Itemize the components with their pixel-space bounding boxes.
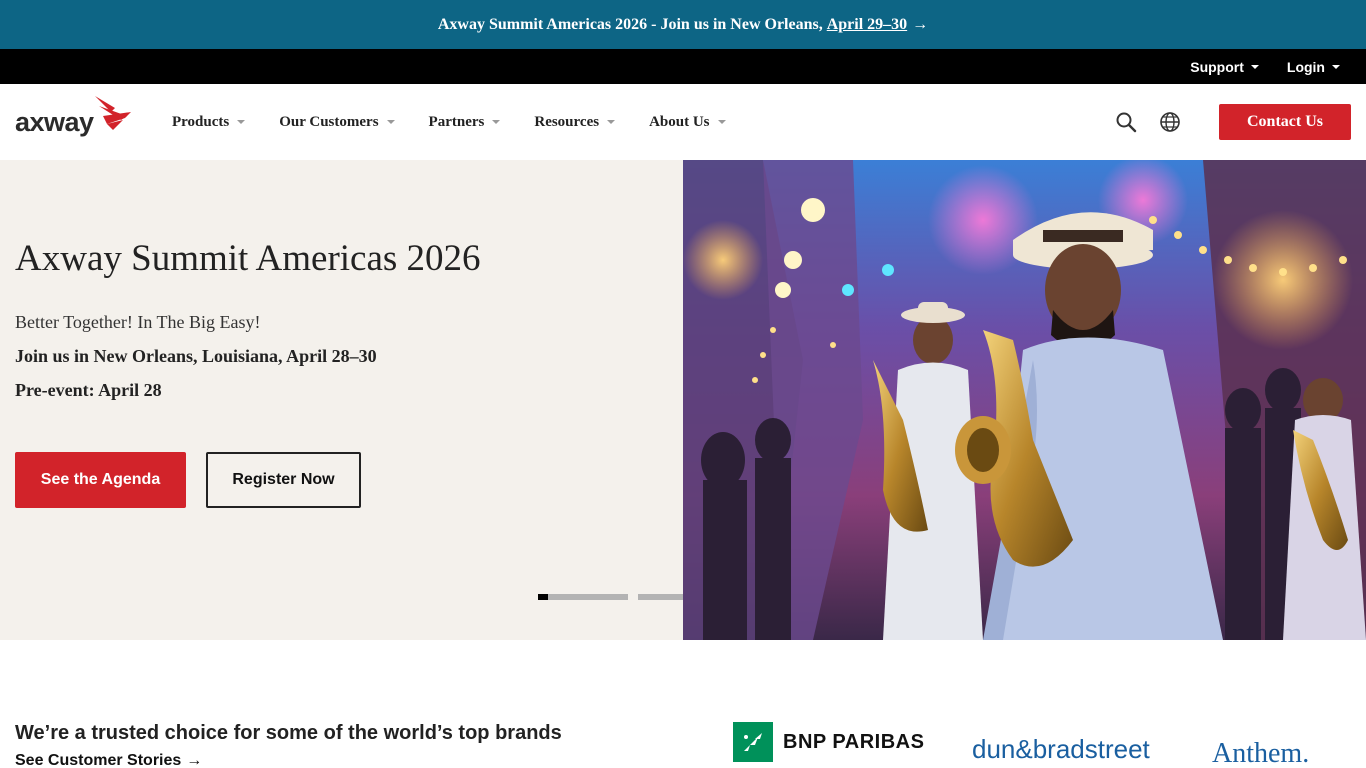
see-agenda-button[interactable]: See the Agenda	[15, 452, 186, 508]
chevron-down-icon	[717, 120, 726, 124]
jazz-musicians-image	[683, 160, 1366, 640]
dun-bradstreet-logo: dun&bradstreet	[972, 734, 1150, 764]
logo-mark-icon	[95, 96, 131, 130]
contact-us-button[interactable]: Contact Us	[1219, 104, 1351, 140]
chevron-down-icon	[1332, 64, 1340, 69]
bnp-paribas-name: BNP PARIBAS	[783, 730, 925, 753]
nav-label: Our Customers	[279, 113, 379, 130]
login-menu[interactable]: Login	[1287, 59, 1340, 75]
announcement-link[interactable]: April 29–30	[827, 16, 907, 34]
trusted-brands-heading: We’re a trusted choice for some of the w…	[15, 722, 562, 744]
support-menu[interactable]: Support	[1190, 59, 1259, 75]
search-icon	[1116, 112, 1137, 133]
nav-label: Products	[172, 113, 230, 130]
chevron-down-icon	[386, 120, 395, 124]
anthem-logo: Anthem.	[1212, 738, 1310, 768]
nav-item-about-us[interactable]: About Us	[649, 113, 726, 131]
announcement-bar[interactable]: Axway Summit Americas 2026 - Join us in …	[0, 0, 1366, 49]
nav-label: Partners	[428, 113, 485, 130]
bnp-mark-icon	[733, 722, 773, 762]
hero-text-panel: Axway Summit Americas 2026 Better Togeth…	[0, 160, 828, 640]
hero-image	[683, 160, 1366, 640]
hero-event-details: Join us in New Orleans, Louisiana, April…	[15, 346, 377, 366]
chevron-down-icon	[1250, 64, 1259, 69]
search-button[interactable]	[1113, 109, 1139, 135]
login-label: Login	[1286, 58, 1325, 75]
logo-text: axway	[15, 107, 94, 137]
globe-icon	[1160, 112, 1180, 132]
support-label: Support	[1190, 58, 1244, 75]
hero-subtitle: Better Together! In The Big Easy!	[15, 312, 261, 332]
register-now-button[interactable]: Register Now	[206, 452, 361, 508]
hero-pre-event: Pre-event: April 28	[15, 380, 162, 400]
chevron-down-icon	[607, 120, 616, 124]
nav-item-resources[interactable]: Resources	[534, 113, 616, 131]
chevron-down-icon	[492, 120, 501, 124]
nav-item-products[interactable]: Products	[172, 113, 246, 131]
nav-actions: Contact Us	[1113, 84, 1351, 160]
nav-item-our-customers[interactable]: Our Customers	[279, 113, 395, 131]
arrow-right-icon: →	[186, 752, 203, 768]
carousel-dot-1[interactable]	[538, 594, 628, 600]
chevron-down-icon	[237, 120, 246, 124]
nav-label: Resources	[534, 113, 600, 130]
utility-bar: Support Login	[0, 49, 1366, 84]
primary-nav-links: Products Our Customers Partners Resource…	[172, 84, 760, 160]
main-navigation: axway Products Our Customers Partners Re…	[0, 84, 1366, 160]
language-button[interactable]	[1157, 109, 1183, 135]
axway-logo[interactable]: axway	[15, 94, 135, 136]
hero-title: Axway Summit Americas 2026	[15, 238, 481, 279]
link-label: See Customer Stories	[15, 752, 182, 768]
announcement-text: Axway Summit Americas 2026 - Join us in …	[437, 15, 823, 33]
nav-label: About Us	[649, 113, 710, 130]
see-customer-stories-link[interactable]: See Customer Stories →	[15, 752, 202, 768]
hero-section: Axway Summit Americas 2026 Better Togeth…	[0, 160, 1366, 640]
nav-item-partners[interactable]: Partners	[429, 114, 501, 131]
arrow-right-icon: →	[912, 15, 929, 33]
bnp-paribas-logo: BNP PARIBAS	[733, 722, 924, 762]
